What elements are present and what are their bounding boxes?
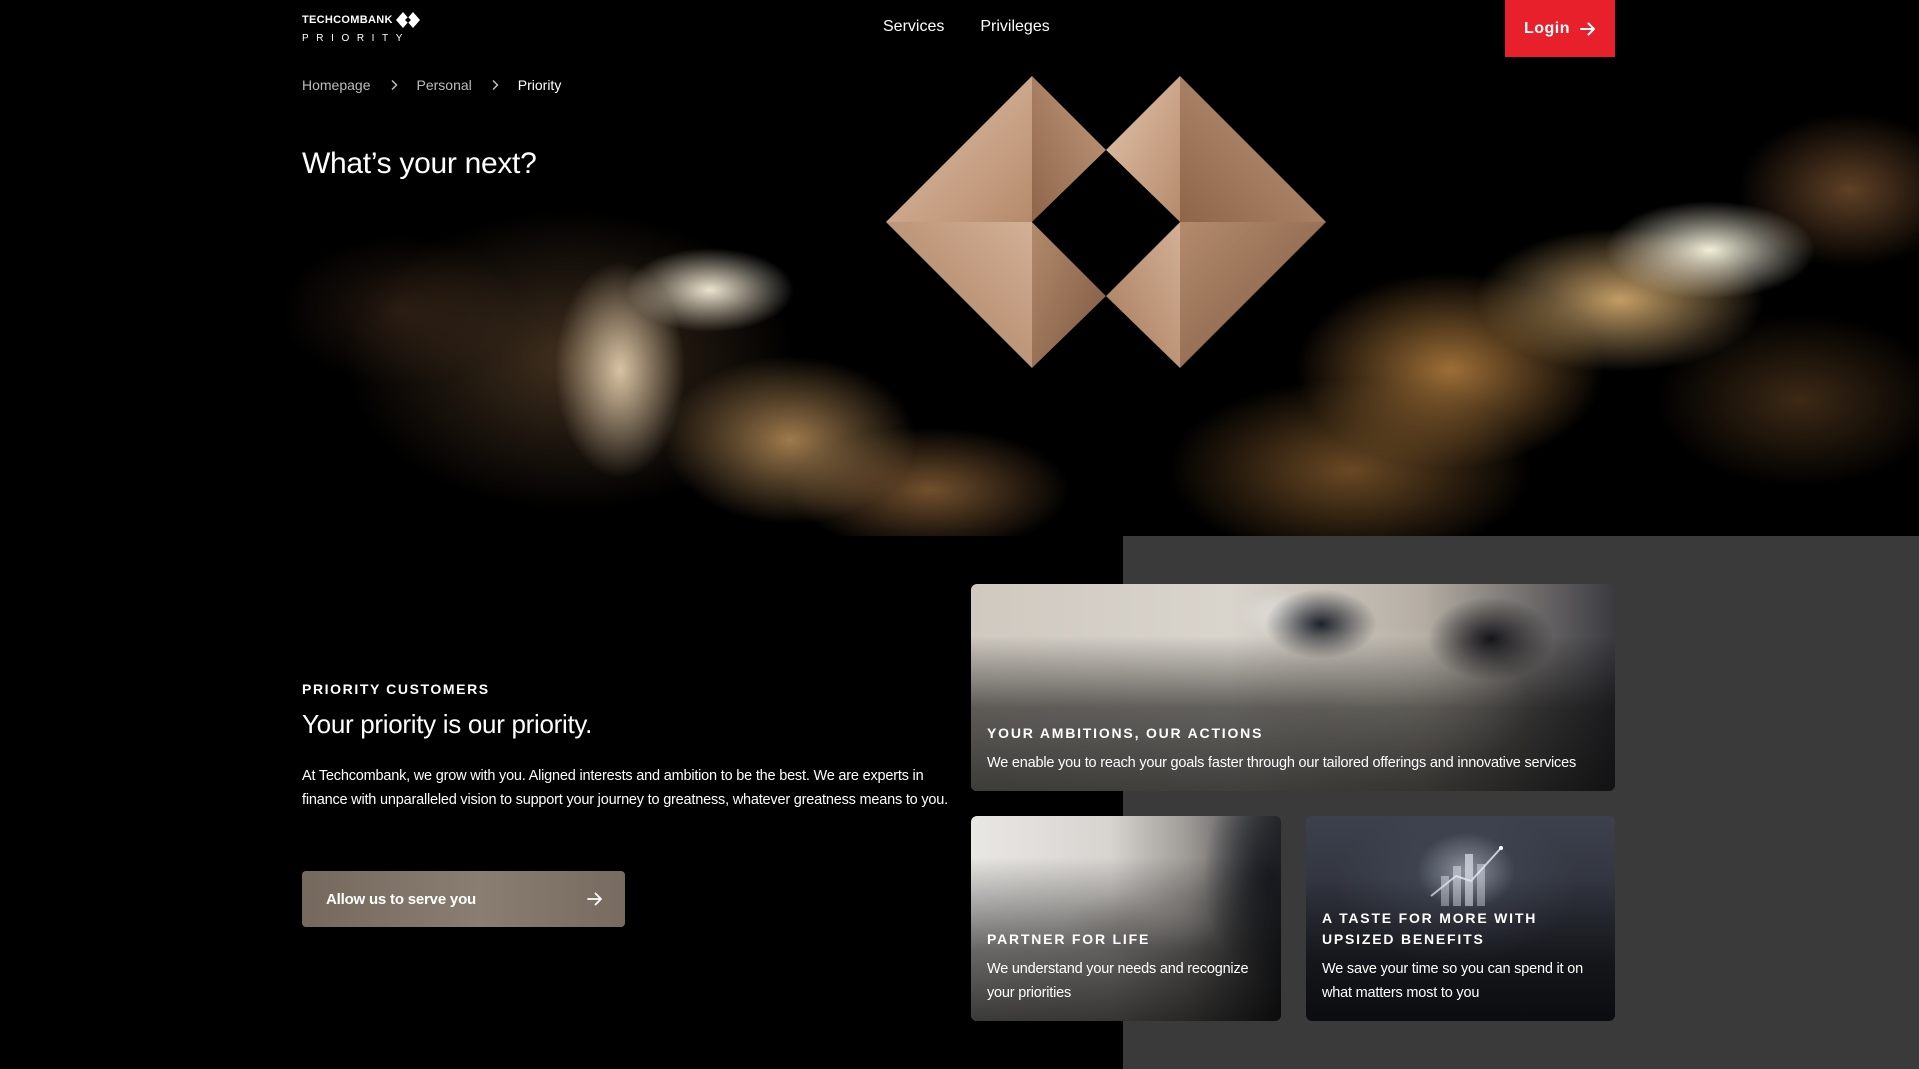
- card-title: PARTNER FOR LIFE: [987, 931, 1151, 947]
- intro-eyebrow: PRIORITY CUSTOMERS: [302, 681, 490, 697]
- intro-section: PRIORITY CUSTOMERS Your priority is our …: [302, 681, 952, 812]
- card-ambitions[interactable]: YOUR AMBITIONS, OUR ACTIONS We enable yo…: [971, 584, 1615, 791]
- card-title: A TASTE FOR MORE WITH UPSIZED BENEFITS: [1322, 910, 1538, 947]
- breadcrumb-homepage[interactable]: Homepage: [302, 77, 371, 93]
- chevron-right-icon: [492, 79, 499, 91]
- nav-item-services[interactable]: Services: [883, 18, 944, 36]
- card-partner-for-life[interactable]: PARTNER FOR LIFE We understand your need…: [971, 816, 1281, 1021]
- intro-body: At Techcombank, we grow with you. Aligne…: [302, 768, 948, 808]
- cta-label: Allow us to serve you: [326, 890, 477, 908]
- arrow-right-icon: [1580, 22, 1596, 35]
- main-nav: Services Privileges: [883, 18, 1050, 36]
- hero-title: What’s your next?: [302, 147, 537, 180]
- brand-logo[interactable]: TECHCOMBANK PRIORITY: [302, 12, 432, 48]
- card-desc: We save your time so you can spend it on…: [1322, 961, 1583, 1001]
- breadcrumb-personal[interactable]: Personal: [417, 77, 472, 93]
- site-header: TECHCOMBANK PRIORITY Services Privileges…: [0, 0, 1919, 60]
- chevron-right-icon: [390, 79, 398, 91]
- techcombank-logo-icon: [396, 12, 420, 28]
- login-button[interactable]: Login: [1505, 0, 1615, 57]
- priority-emblem-icon: [886, 76, 1326, 368]
- brand-name: TECHCOMBANK: [302, 14, 393, 26]
- card-desc: We understand your needs and recognize y…: [987, 961, 1249, 1001]
- brand-sub: PRIORITY: [302, 33, 411, 44]
- card-title: YOUR AMBITIONS, OUR ACTIONS: [987, 725, 1264, 741]
- login-label: Login: [1523, 19, 1571, 37]
- card-desc: We enable you to reach your goals faster…: [987, 755, 1577, 771]
- intro-title: Your priority is our priority.: [302, 709, 593, 739]
- allow-us-to-serve-you-button[interactable]: Allow us to serve you: [302, 871, 625, 927]
- hero-banner: [0, 0, 1919, 536]
- breadcrumb: Homepage Personal Priority: [302, 77, 561, 93]
- card-upsized-benefits[interactable]: A TASTE FOR MORE WITH UPSIZED BENEFITS W…: [1306, 816, 1615, 1021]
- breadcrumb-priority: Priority: [517, 77, 562, 93]
- arrow-right-icon: [587, 892, 602, 906]
- nav-item-privileges[interactable]: Privileges: [980, 18, 1049, 36]
